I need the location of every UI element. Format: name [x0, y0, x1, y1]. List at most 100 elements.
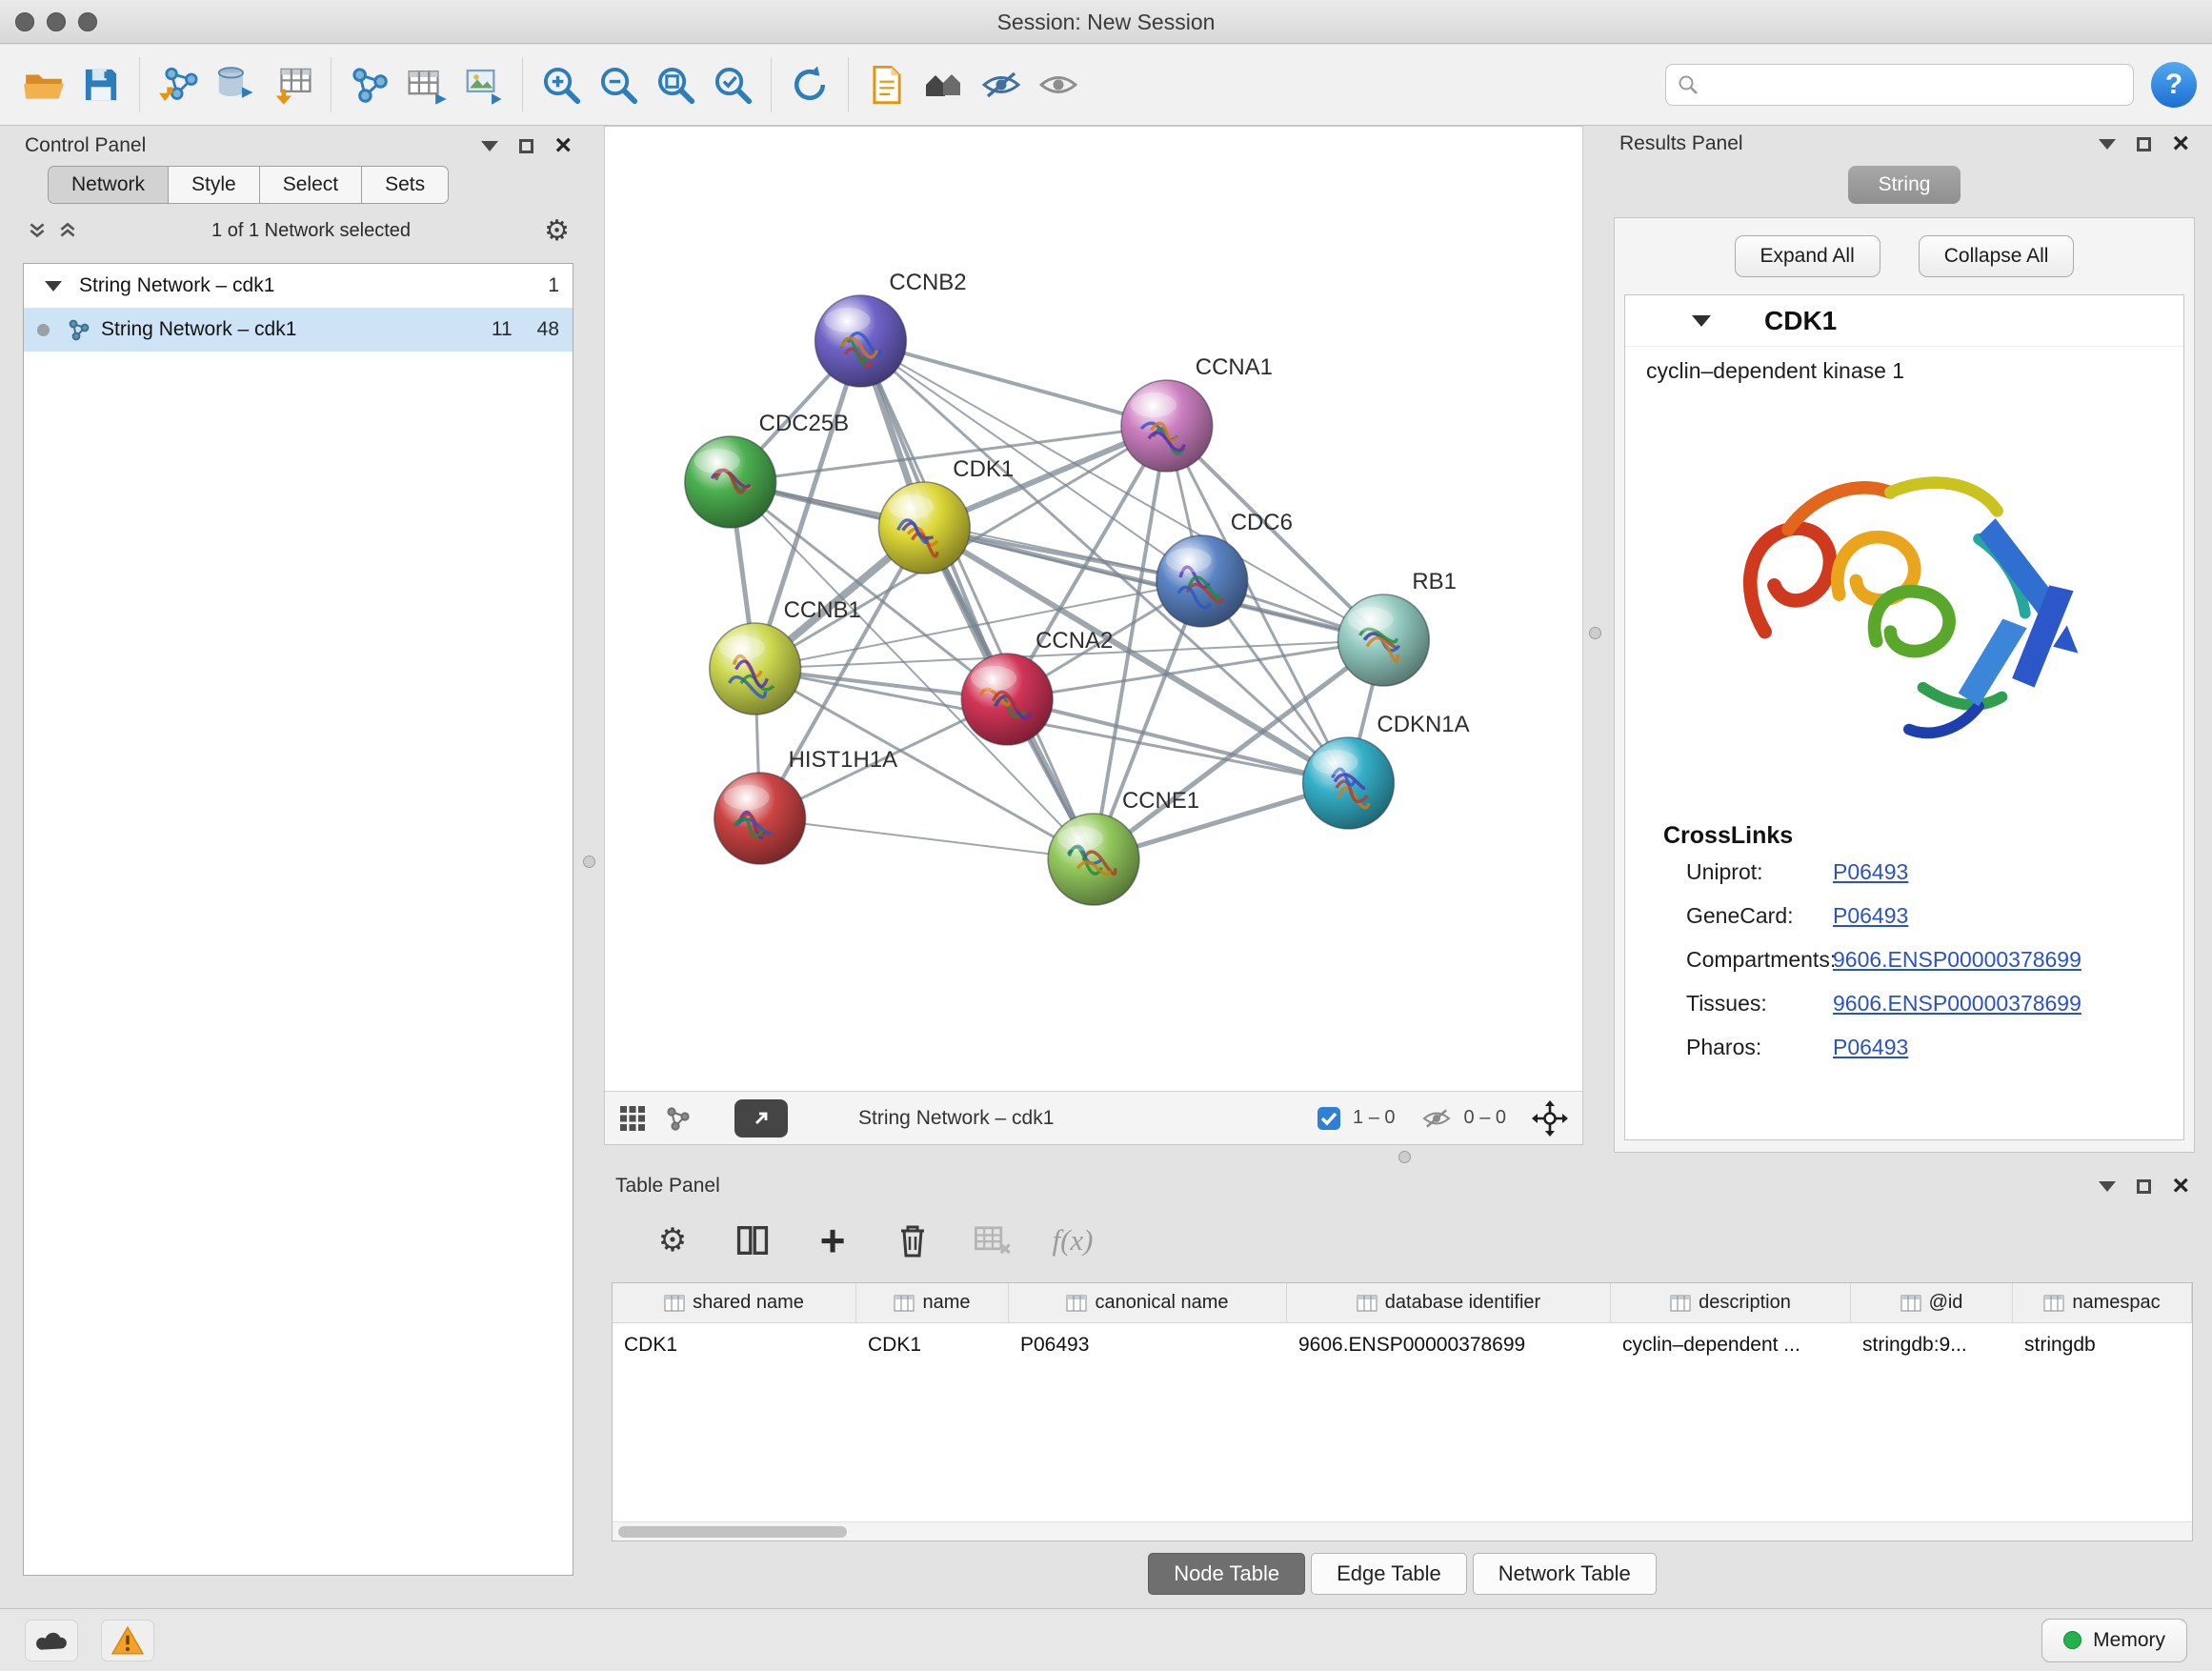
- export-table-button[interactable]: [398, 53, 455, 116]
- refresh-view-button[interactable]: [781, 53, 838, 116]
- crosslink-label: Tissues:: [1625, 991, 1833, 1017]
- panel-menu-icon[interactable]: [481, 141, 498, 151]
- disclosure-triangle-icon[interactable]: [45, 281, 62, 292]
- column-sort-icon: [1066, 1295, 1087, 1312]
- open-in-new-button[interactable]: [734, 1099, 788, 1137]
- panel-float-icon[interactable]: [519, 139, 533, 153]
- app-window: Session: New Session: [0, 0, 2212, 1671]
- search-box[interactable]: [1665, 64, 2134, 106]
- gear-icon[interactable]: ⚙: [544, 214, 570, 248]
- column-header[interactable]: name: [856, 1283, 1009, 1322]
- selected-checkbox-icon[interactable]: [1317, 1106, 1341, 1131]
- export-image-button[interactable]: [455, 53, 513, 116]
- grid-view-icon[interactable]: [618, 1104, 647, 1133]
- table-settings-gear-icon[interactable]: ⚙: [648, 1216, 697, 1265]
- panel-close-icon[interactable]: ×: [554, 131, 572, 160]
- export-image-icon: [462, 63, 506, 107]
- network-row-selected[interactable]: String Network – cdk1 11 48: [24, 308, 573, 352]
- tab-network[interactable]: Network: [48, 166, 168, 204]
- table-panel: Table Panel × ⚙ + f(x) shared name: [604, 1168, 2201, 1602]
- crosslink-link[interactable]: 9606.ENSP00000378699: [1833, 991, 2081, 1017]
- save-session-button[interactable]: [72, 53, 130, 116]
- table-row[interactable]: CDK1 CDK1 P06493 9606.ENSP00000378699 cy…: [613, 1323, 2192, 1367]
- panel-float-icon[interactable]: [2137, 1179, 2151, 1194]
- panel-float-icon[interactable]: [2137, 137, 2151, 151]
- expand-all-icon[interactable]: [57, 220, 78, 241]
- network-canvas[interactable]: CCNB2CCNA1CDC25BCDK1CDC6RB1CCNB1CCNA2CDK…: [605, 127, 1582, 1091]
- protein-card-header[interactable]: CDK1: [1625, 295, 2183, 347]
- zoom-selected-icon: [711, 63, 754, 107]
- move-crosshair-icon[interactable]: [1531, 1099, 1569, 1137]
- tab-sets[interactable]: Sets: [361, 166, 449, 204]
- column-header[interactable]: shared name: [613, 1283, 856, 1322]
- function-builder-button[interactable]: f(x): [1048, 1216, 1097, 1265]
- collapse-all-button[interactable]: Collapse All: [1919, 235, 2075, 277]
- panel-close-icon[interactable]: ×: [2172, 1172, 2189, 1200]
- zoom-out-button[interactable]: [590, 53, 647, 116]
- crosslink-link[interactable]: 9606.ENSP00000378699: [1833, 947, 2081, 973]
- collapse-all-icon[interactable]: [27, 220, 48, 241]
- control-panel: Control Panel × Network Style Select Set…: [13, 128, 583, 1602]
- zoom-in-icon: [539, 63, 583, 107]
- vertical-splitter-handle[interactable]: [1589, 627, 1601, 639]
- import-network-file-button[interactable]: [150, 53, 207, 116]
- tab-edge-table[interactable]: Edge Table: [1311, 1553, 1467, 1595]
- scrollbar-thumb[interactable]: [618, 1526, 847, 1538]
- tab-style[interactable]: Style: [168, 166, 259, 204]
- tab-select[interactable]: Select: [259, 166, 361, 204]
- crosslink-row: Compartments: 9606.ENSP00000378699: [1625, 947, 2183, 991]
- window-close-button[interactable]: [15, 12, 34, 31]
- cloud-icon: [33, 1627, 70, 1654]
- column-header[interactable]: description: [1611, 1283, 1851, 1322]
- import-network-database-button[interactable]: [207, 53, 264, 116]
- window-minimize-button[interactable]: [47, 12, 66, 31]
- add-column-button[interactable]: +: [808, 1216, 857, 1265]
- zoom-fit-button[interactable]: [647, 53, 704, 116]
- hidden-eye-slash-icon[interactable]: [1420, 1106, 1453, 1131]
- vertical-splitter-handle[interactable]: [583, 856, 595, 868]
- zoom-selected-button[interactable]: [704, 53, 761, 116]
- column-header[interactable]: database identifier: [1287, 1283, 1611, 1322]
- new-network-button[interactable]: [341, 53, 398, 116]
- eye-slash-icon: [979, 63, 1023, 107]
- open-session-button[interactable]: [15, 53, 72, 116]
- cloud-button[interactable]: [25, 1620, 78, 1661]
- tab-node-table[interactable]: Node Table: [1148, 1553, 1305, 1595]
- show-columns-button[interactable]: [728, 1216, 777, 1265]
- column-sort-icon: [2043, 1295, 2064, 1312]
- column-sort-icon: [894, 1295, 915, 1312]
- crosslink-row: GeneCard: P06493: [1625, 903, 2183, 947]
- crosslink-link[interactable]: P06493: [1833, 1035, 1908, 1060]
- import-table-button[interactable]: [264, 53, 321, 116]
- horizontal-splitter-handle[interactable]: [1398, 1151, 1411, 1163]
- panel-menu-icon[interactable]: [2099, 139, 2116, 150]
- memory-button[interactable]: Memory: [2041, 1619, 2187, 1662]
- tab-network-table[interactable]: Network Table: [1473, 1553, 1657, 1595]
- network-collection-row[interactable]: String Network – cdk1 1: [24, 264, 573, 308]
- horizontal-scrollbar[interactable]: [613, 1521, 2192, 1540]
- crosslink-link[interactable]: P06493: [1833, 859, 1908, 885]
- collapse-triangle-icon[interactable]: [1692, 315, 1711, 327]
- network-view-icon[interactable]: [664, 1104, 693, 1133]
- help-button[interactable]: ?: [2151, 62, 2197, 108]
- expand-all-button[interactable]: Expand All: [1735, 235, 1880, 277]
- window-zoom-button[interactable]: [78, 12, 97, 31]
- hide-selected-button[interactable]: [973, 53, 1030, 116]
- string-tab[interactable]: String: [1848, 166, 1961, 204]
- svg-text:CDC6: CDC6: [1231, 510, 1293, 535]
- column-header[interactable]: canonical name: [1009, 1283, 1287, 1322]
- panel-close-icon[interactable]: ×: [2172, 130, 2189, 158]
- document-button[interactable]: [858, 53, 915, 116]
- column-header[interactable]: namespac: [2013, 1283, 2192, 1322]
- zoom-in-button[interactable]: [533, 53, 590, 116]
- control-panel-title: Control Panel: [25, 134, 146, 157]
- show-all-button[interactable]: [1030, 53, 1087, 116]
- first-neighbors-button[interactable]: [915, 53, 973, 116]
- crosslink-link[interactable]: P06493: [1833, 903, 1908, 929]
- delete-table-button[interactable]: [968, 1216, 1017, 1265]
- search-input[interactable]: [1706, 73, 2122, 96]
- panel-menu-icon[interactable]: [2099, 1181, 2116, 1192]
- warning-button[interactable]: [101, 1620, 154, 1661]
- delete-column-button[interactable]: [888, 1216, 937, 1265]
- column-header[interactable]: @id: [1851, 1283, 2013, 1322]
